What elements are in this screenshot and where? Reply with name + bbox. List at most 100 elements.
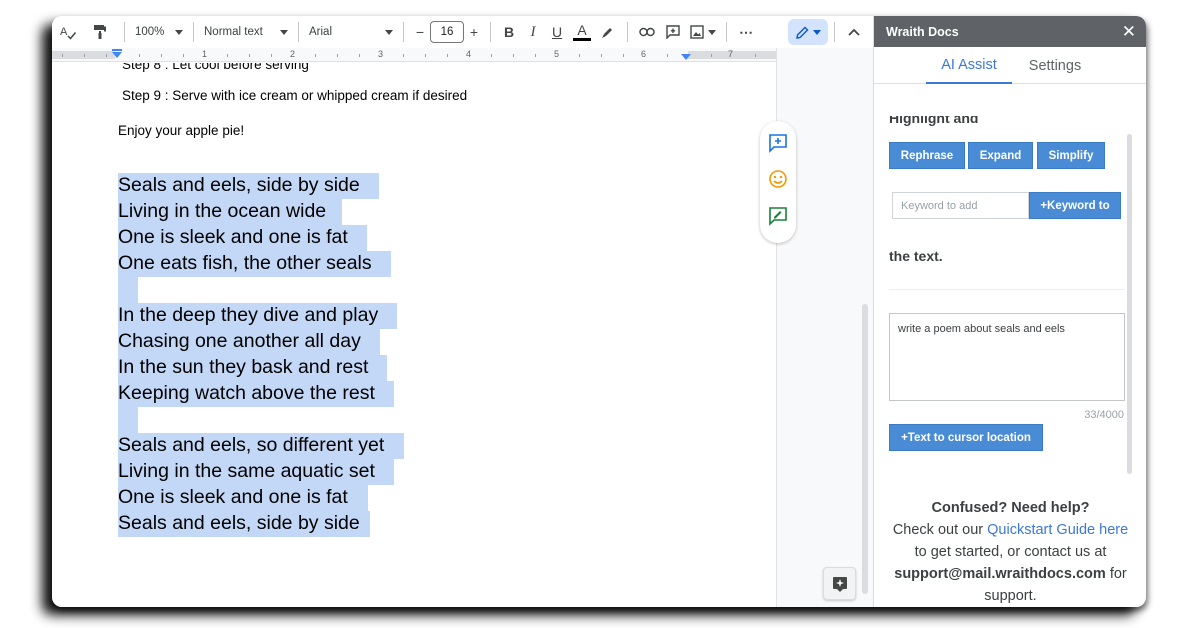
sidebar-tabs: AI Assist Settings <box>874 47 1146 84</box>
expand-button[interactable]: Expand <box>968 142 1033 169</box>
doc-line-step9: Step 9 : Serve with ice cream or whipped… <box>122 88 468 103</box>
poem-line: Living in the same aquatic set <box>118 460 375 482</box>
toolbar-divider <box>726 22 727 42</box>
text-style-value: Normal text <box>204 26 263 38</box>
ruler-number: 1 <box>202 49 208 59</box>
right-indent-marker[interactable] <box>681 54 691 60</box>
character-counter: 33/4000 <box>1084 409 1124 421</box>
toolbar-divider <box>298 22 299 42</box>
help-section: Confused? Need help? Check out our Quick… <box>874 497 1146 607</box>
selection-highlight <box>118 277 138 303</box>
poem-line: Keeping watch above the rest <box>118 382 375 404</box>
ruler-tick <box>249 54 250 57</box>
ruler-number: 3 <box>378 49 384 59</box>
chevron-down-icon <box>812 29 821 35</box>
toolbar-divider <box>124 22 125 42</box>
ruler-tick <box>755 54 756 57</box>
first-line-indent-marker[interactable] <box>112 49 122 51</box>
suggest-edits-icon[interactable] <box>768 206 788 231</box>
zoom-select[interactable]: 100% <box>131 19 187 45</box>
doc-line-partial: Step 8 : Let cool before serving <box>122 63 309 72</box>
explore-button[interactable] <box>823 567 856 600</box>
ruler-tick <box>513 54 514 57</box>
close-icon[interactable]: ✕ <box>1122 22 1136 42</box>
editing-mode-button[interactable] <box>788 19 828 45</box>
font-size-input[interactable]: 16 <box>430 21 464 43</box>
toolbar-divider <box>403 22 404 42</box>
text-color-button[interactable]: A <box>569 19 595 45</box>
help-text: Check out our <box>892 522 988 538</box>
left-indent-marker[interactable] <box>112 52 122 58</box>
tab-ai-assist[interactable]: AI Assist <box>926 47 1012 84</box>
poem-line: Seals and eels, side by side <box>118 174 360 196</box>
insert-text-button[interactable]: +Text to cursor location <box>889 424 1043 451</box>
ruler-number: 5 <box>554 49 560 59</box>
help-text: support. <box>984 588 1037 604</box>
add-comment-icon[interactable] <box>660 19 686 45</box>
ruler-tick <box>667 54 668 57</box>
add-comment-icon[interactable] <box>768 133 788 158</box>
document-scrollbar[interactable] <box>862 304 868 594</box>
ruler-tick <box>227 54 228 57</box>
ruler: 1 2 3 4 5 6 7 <box>52 48 776 62</box>
emoji-reaction-icon[interactable] <box>768 169 788 194</box>
tab-settings[interactable]: Settings <box>1020 47 1090 84</box>
quickstart-guide-link[interactable]: Quickstart Guide here <box>987 522 1128 538</box>
sidebar-scrollbar[interactable] <box>1127 134 1132 474</box>
ruler-tick <box>161 54 162 57</box>
add-keyword-button[interactable]: +Keyword to <box>1029 192 1121 219</box>
support-email[interactable]: support@mail.wraithdocs.com <box>894 566 1106 582</box>
link-icon[interactable] <box>634 19 660 45</box>
text-color-swatch <box>573 38 591 41</box>
poem-line: Seals and eels, side by side <box>118 512 360 534</box>
simplify-button[interactable]: Simplify <box>1037 142 1105 169</box>
keyword-instruction-text: the text. <box>889 248 943 264</box>
italic-button[interactable]: I <box>521 19 545 45</box>
ruler-tick <box>139 54 140 57</box>
collapse-toolbar-icon[interactable] <box>841 19 867 45</box>
bold-button[interactable]: B <box>497 19 521 45</box>
zoom-value: 100% <box>135 26 165 38</box>
ruler-tick <box>271 54 272 57</box>
more-options-icon[interactable]: ⋯ <box>733 19 759 45</box>
ruler-tick <box>447 54 448 57</box>
explore-icon <box>832 576 847 592</box>
underline-button[interactable]: U <box>545 19 569 45</box>
ruler-tick <box>403 54 404 57</box>
pencil-icon <box>795 26 808 39</box>
ruler-tick <box>535 54 536 57</box>
chevron-down-icon <box>385 29 393 35</box>
doc-line-closing: Enjoy your apple pie! <box>118 123 245 138</box>
chevron-down-icon <box>280 29 288 35</box>
ruler-tick <box>601 54 602 57</box>
poem-line: Seals and eels, so different yet <box>118 434 385 456</box>
ruler-number: 2 <box>290 49 296 59</box>
ruler-tick <box>359 54 360 57</box>
highlight-pen-icon[interactable] <box>595 19 621 45</box>
prompt-textarea[interactable]: write a poem about seals and eels <box>889 313 1125 401</box>
ruler-tick <box>711 54 712 57</box>
sidebar-header: Wraith Docs ✕ <box>874 16 1146 47</box>
increase-font-size-button[interactable]: + <box>464 19 484 45</box>
rephrase-button[interactable]: Rephrase <box>889 142 965 169</box>
paint-format-icon[interactable] <box>88 19 112 45</box>
font-select[interactable]: Arial <box>305 19 397 45</box>
chevron-down-icon <box>175 29 183 35</box>
spellcheck-icon[interactable]: A <box>56 19 80 45</box>
decrease-font-size-button[interactable]: − <box>410 19 430 45</box>
keyword-input[interactable]: Keyword to add <box>892 192 1029 219</box>
ruler-tick <box>623 54 624 57</box>
toolbar-divider <box>193 22 194 42</box>
poem-line: One eats fish, the other seals <box>118 252 372 274</box>
document-page[interactable]: Step 8 : Let cool before serving Step 9 … <box>52 63 776 607</box>
poem-line: Living in the ocean wide <box>118 200 327 222</box>
help-heading: Confused? Need help? <box>931 500 1090 516</box>
section-divider <box>889 289 1125 290</box>
svg-text:A: A <box>60 26 68 38</box>
poem-line: Chasing one another all day <box>118 330 361 352</box>
text-style-select[interactable]: Normal text <box>200 19 292 45</box>
toolbar-divider <box>834 22 835 42</box>
toolbar-divider <box>490 22 491 42</box>
ruler-tick <box>84 54 85 57</box>
insert-image-button[interactable] <box>686 19 720 45</box>
